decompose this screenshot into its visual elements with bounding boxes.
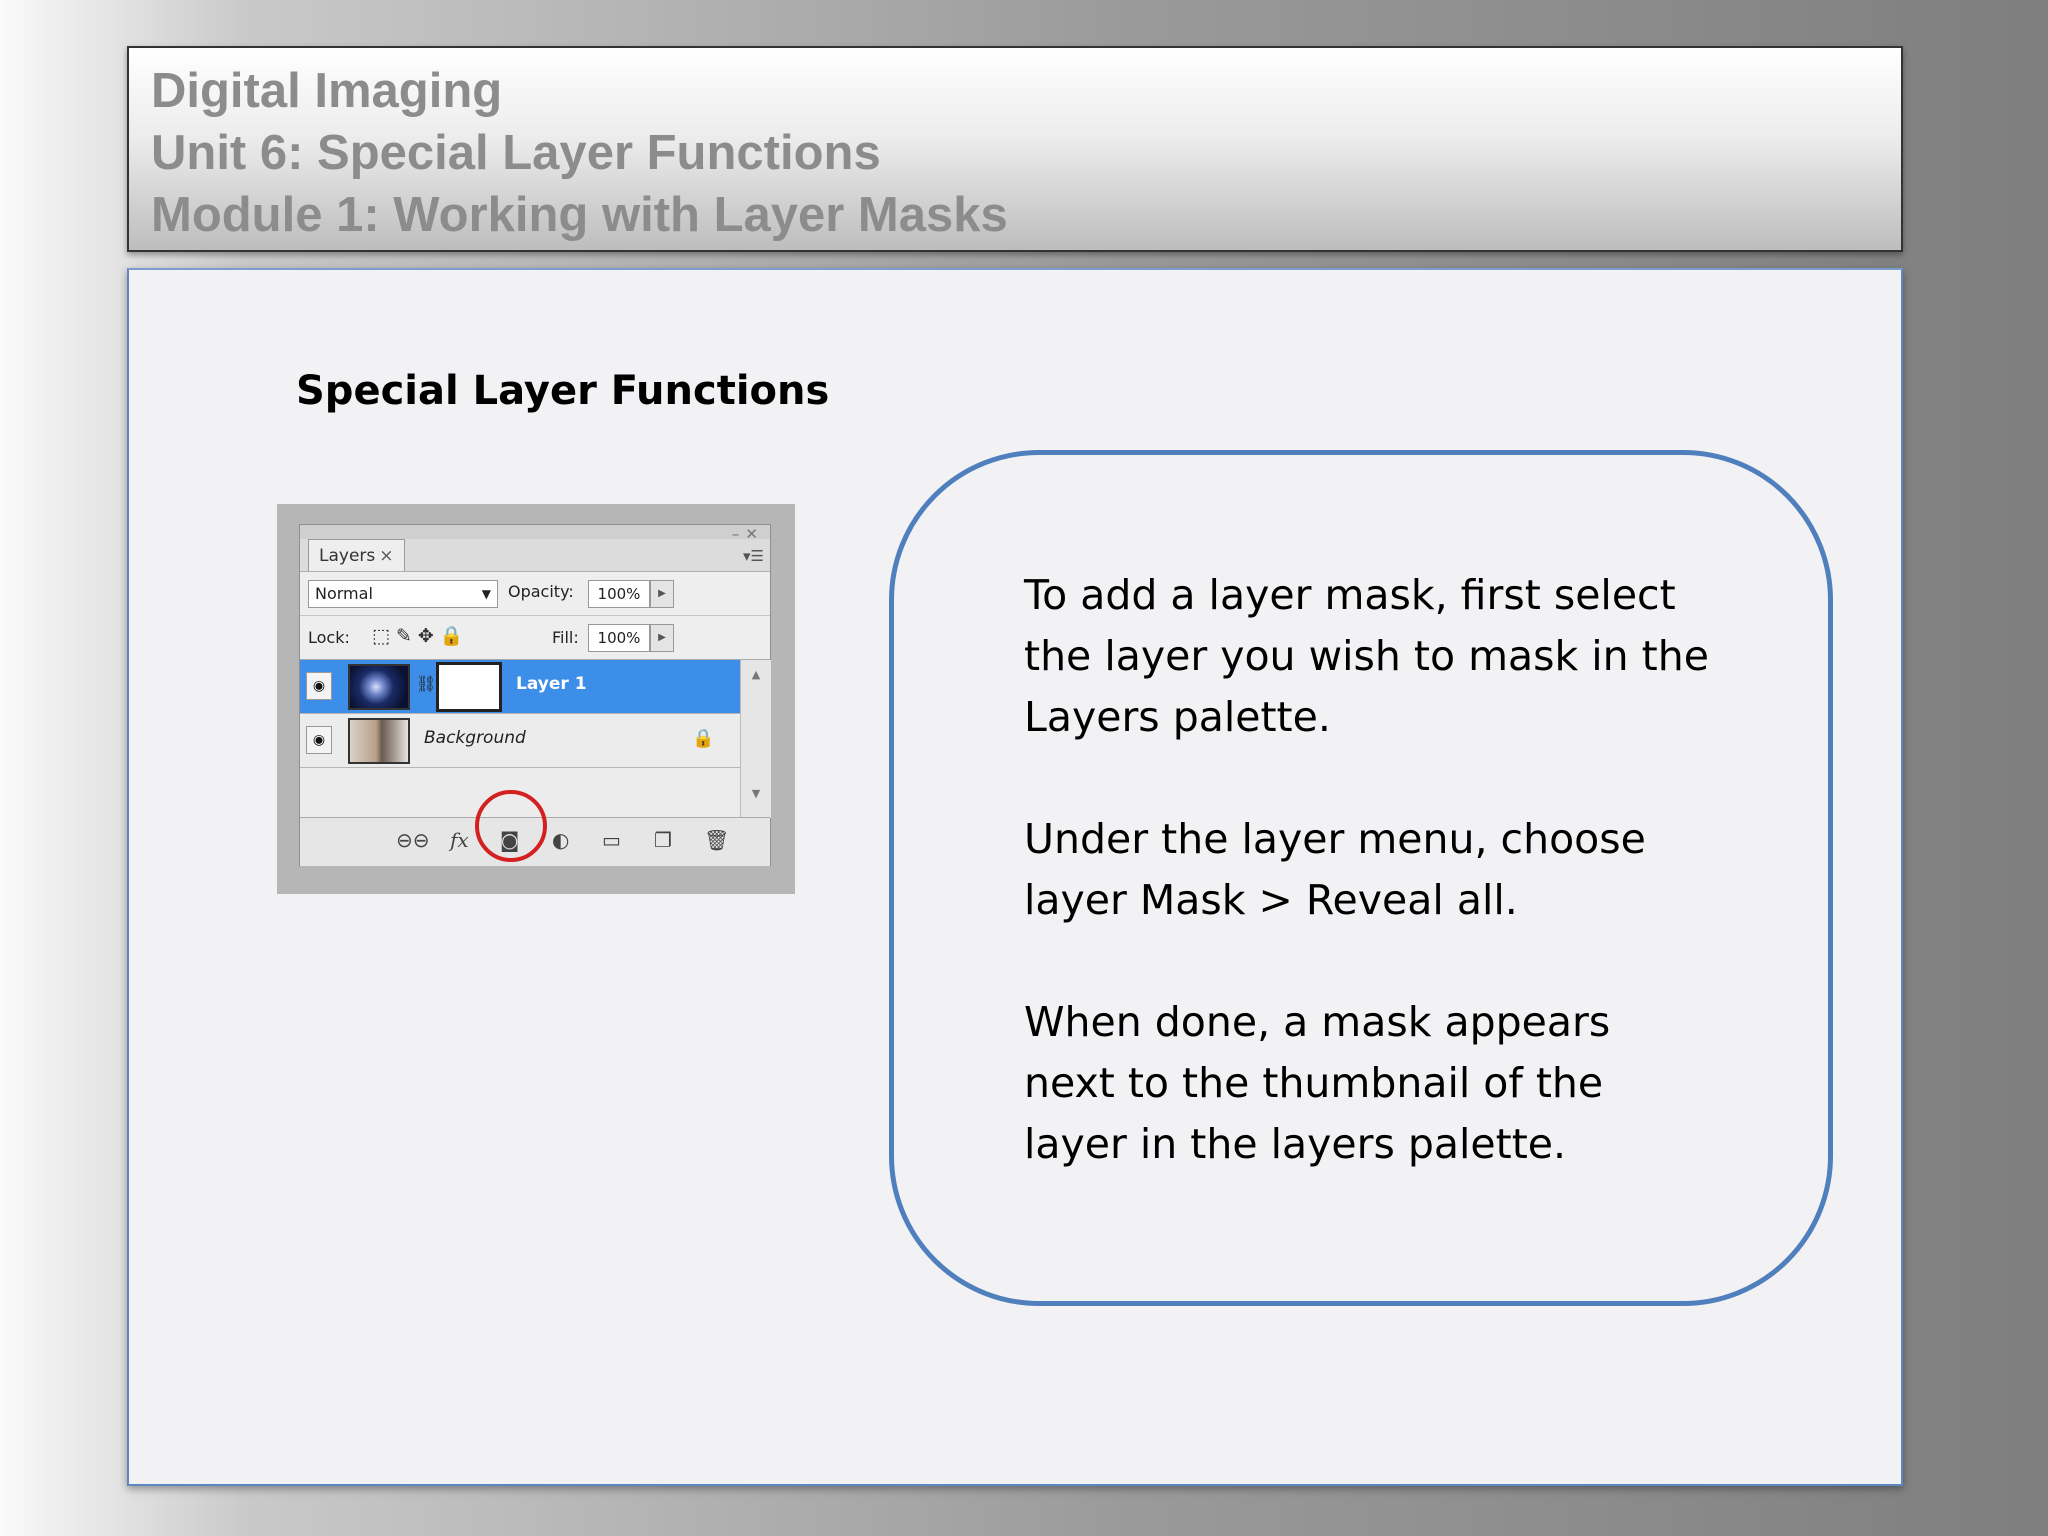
fx-icon: fx [450, 828, 469, 852]
tab-layers-label: Layers [319, 546, 376, 566]
background-layer-name: Background [424, 728, 526, 748]
adjustment-icon: ◐ [552, 828, 570, 852]
slide-title: Special Layer Functions [296, 368, 830, 414]
layer-mask-thumbnail [436, 662, 502, 712]
scroll-down-icon: ▼ [751, 787, 761, 800]
scroll-up-icon: ▲ [751, 668, 761, 681]
instruction-paragraph-1: To add a layer mask, first select the la… [1024, 571, 1709, 741]
blend-mode-value: Normal [315, 584, 373, 603]
layers-scrollbar: ▲ ▼ [740, 660, 771, 818]
chevron-down-icon: ▼ [481, 587, 491, 601]
tab-layers: Layers × [308, 539, 405, 571]
opacity-label: Opacity: [508, 582, 574, 601]
slide-content: Special Layer Functions –✕ Layers × ▾☰ No… [127, 268, 1903, 1486]
blend-mode-select: Normal ▼ [308, 580, 498, 608]
blend-opacity-row: Normal ▼ Opacity: 100% ▶ [300, 571, 770, 616]
folder-icon: ▭ [602, 828, 621, 852]
opacity-arrow-icon: ▶ [650, 580, 674, 608]
background-thumbnail [348, 718, 410, 764]
instruction-paragraph-3: When done, a mask appears next to the th… [1024, 998, 1611, 1168]
chain-link-icon: ⛓ [416, 674, 437, 693]
lock-label: Lock: [308, 628, 350, 647]
lock-fill-row: Lock: ⬚✎✥🔒 Fill: 100% ▶ [300, 615, 770, 660]
layer-row-layer1: ◉ ⛓ Layer 1 [300, 660, 740, 714]
lock-options-icons: ⬚✎✥🔒 [372, 625, 470, 647]
layer-row-background: ◉ Background 🔒 [300, 714, 740, 768]
course-title: Digital Imaging [151, 64, 503, 118]
palette-menu-icon: ▾☰ [743, 547, 764, 565]
unit-title: Unit 6: Special Layer Functions [151, 126, 881, 180]
minimize-close-icons: –✕ [731, 525, 764, 543]
instruction-paragraph-2: Under the layer menu, choose layer Mask … [1024, 815, 1646, 924]
new-layer-icon: ❐ [654, 828, 672, 852]
fill-label: Fill: [552, 628, 579, 647]
palette-titlebar: –✕ [300, 525, 770, 543]
layers-list: ◉ ⛓ Layer 1 ◉ Background 🔒 ▲ ▼ [300, 659, 771, 818]
tab-close-icon: × [379, 546, 394, 566]
eye-icon: ◉ [306, 672, 332, 700]
highlight-circle [475, 790, 547, 862]
fill-field: 100% [588, 624, 650, 652]
opacity-field: 100% [588, 580, 650, 608]
layer1-name: Layer 1 [516, 674, 587, 694]
lock-icon: 🔒 [692, 728, 715, 749]
module-title: Module 1: Working with Layer Masks [151, 188, 1008, 242]
fill-arrow-icon: ▶ [650, 624, 674, 652]
layer1-thumbnail [348, 664, 410, 710]
link-icon: ⊖⊖ [396, 828, 430, 852]
layers-palette-screenshot: –✕ Layers × ▾☰ Normal ▼ Opacity: 100% ▶ L… [277, 504, 795, 894]
slide-header: Digital Imaging Unit 6: Special Layer Fu… [127, 46, 1903, 252]
trash-icon: 🗑 [704, 828, 730, 852]
instruction-callout: To add a layer mask, first select the la… [889, 450, 1833, 1306]
eye-icon: ◉ [306, 726, 332, 754]
